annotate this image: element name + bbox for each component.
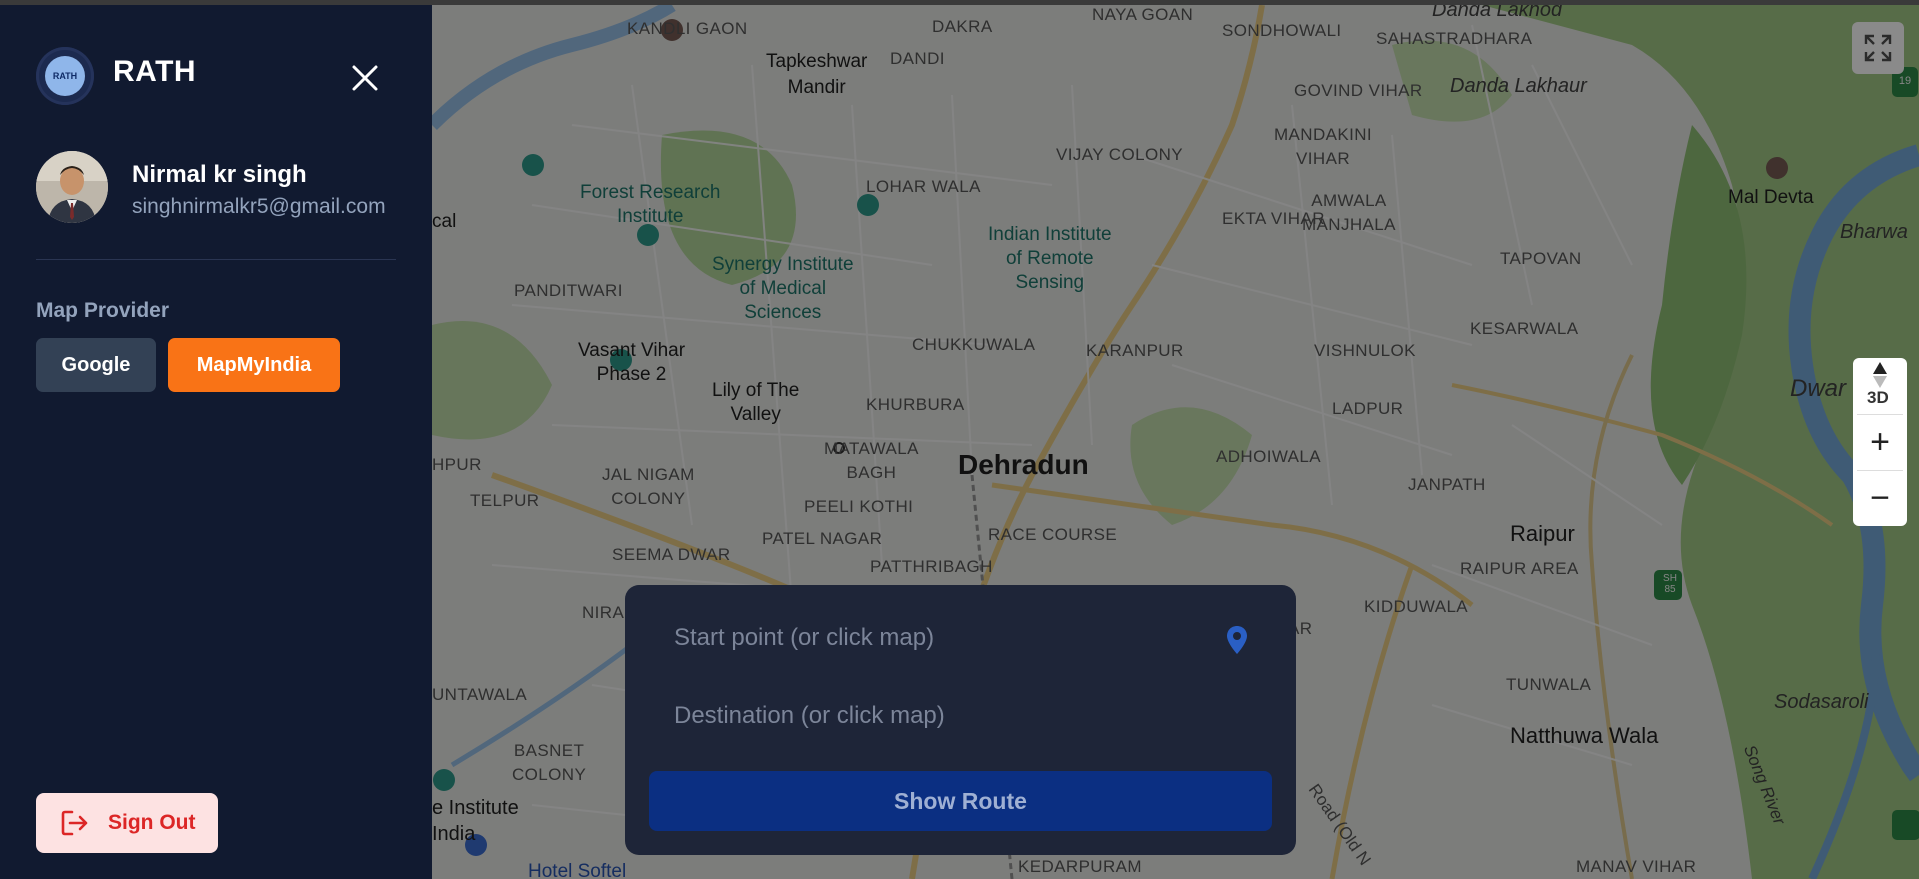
map-label-patthribagh: PATTHRIBAGH bbox=[870, 557, 993, 576]
map-label-dandi: DANDI bbox=[890, 49, 945, 68]
map-label-cal: cal bbox=[432, 211, 457, 232]
map-label-seema-dwar: SEEMA DWAR bbox=[612, 545, 731, 564]
logo-badge: RATH bbox=[45, 56, 85, 96]
sign-out-label: Sign Out bbox=[108, 811, 196, 834]
map-shield-sh85: SH 85 bbox=[1663, 573, 1677, 595]
map-label-kidduwala: KIDDUWALA bbox=[1364, 597, 1469, 616]
map-label-hotel-softel: Hotel Softel bbox=[528, 861, 627, 879]
zoom-in-button[interactable]: + bbox=[1853, 416, 1907, 468]
map-label-telpur: TELPUR bbox=[470, 491, 540, 510]
map-shield-nh19: 19 bbox=[1898, 75, 1912, 87]
close-sidebar-button[interactable] bbox=[348, 61, 382, 95]
mode-3d-label: 3D bbox=[1867, 388, 1889, 407]
map-label-synergy: Synergy Institute of Medical Sciences bbox=[712, 254, 854, 323]
map-label-lily: Lily of The Valley bbox=[712, 380, 800, 425]
map-label-ekta-vihar: EKTA VIHAR bbox=[1222, 209, 1325, 228]
map-label-kedarpuram: KEDARPURAM bbox=[1018, 857, 1142, 876]
map-label-peeli-kothi: PEELI KOTHI bbox=[804, 497, 914, 516]
map-label-patel-nagar: PATEL NAGAR bbox=[762, 529, 883, 548]
app-logo: RATH bbox=[36, 47, 94, 105]
map-label-chukkuwala: CHUKKUWALA bbox=[912, 335, 1036, 354]
provider-mapmyindia-button[interactable]: MapMyIndia bbox=[168, 338, 340, 392]
browser-top-strip bbox=[0, 0, 1919, 5]
sidebar-divider bbox=[36, 259, 396, 260]
close-icon bbox=[352, 65, 378, 91]
map-label-adhoiwala: ADHOIWALA bbox=[1216, 447, 1321, 466]
map-label-natthuwa: Natthuwa Wala bbox=[1510, 723, 1659, 748]
show-route-button[interactable]: Show Route bbox=[649, 771, 1272, 831]
zoom-divider-2 bbox=[1857, 470, 1903, 471]
map-label-govind-vihar: GOVIND VIHAR bbox=[1294, 81, 1423, 100]
map-label-matawala: MATAWALA BAGH bbox=[824, 439, 919, 482]
map-label-vijay-colony: VIJAY COLONY bbox=[1056, 145, 1183, 164]
map-label-sondhowali: SONDHOWALI bbox=[1222, 21, 1342, 40]
map-label-panditwari: PANDITWARI bbox=[514, 281, 623, 300]
map-label-manav-vihar: MANAV VIHAR bbox=[1576, 857, 1697, 876]
start-point-input[interactable] bbox=[672, 617, 1236, 659]
map-label-indian-institute: Indian Institute of Remote Sensing bbox=[988, 224, 1112, 293]
map-label-hpur: HPUR bbox=[432, 455, 482, 474]
map-label-sahastradhara: SAHASTRADHARA bbox=[1376, 29, 1533, 48]
map-label-dakra: DAKRA bbox=[932, 17, 993, 36]
zoom-divider bbox=[1857, 414, 1903, 415]
map-label-tapovan: TAPOVAN bbox=[1500, 249, 1582, 268]
map-label-vishnulok: VISHNULOK bbox=[1314, 341, 1416, 360]
map-label-raipur-area: RAIPUR AREA bbox=[1460, 559, 1579, 578]
zoom-out-button[interactable]: − bbox=[1853, 472, 1907, 524]
map-label-tunwala: TUNWALA bbox=[1506, 675, 1592, 694]
location-pin-icon[interactable] bbox=[1225, 625, 1249, 655]
map-label-raipur: Raipur bbox=[1510, 521, 1575, 546]
map-label-mal-devta: Mal Devta bbox=[1728, 187, 1814, 208]
map-label-naya-goan: NAYA GOAN bbox=[1092, 5, 1194, 24]
map-3d-toggle[interactable]: 3D bbox=[1853, 358, 1907, 414]
app-title: RATH bbox=[113, 55, 197, 88]
map-label-mandakini: MANDAKINI VIHAR bbox=[1274, 125, 1373, 168]
map-label-lohar-wala: LOHAR WALA bbox=[866, 177, 981, 196]
map-label-basnet: BASNET COLONY bbox=[512, 741, 587, 784]
map-label-khurbura: KHURBURA bbox=[866, 395, 965, 414]
map-zoom-controls: 3D + − bbox=[1853, 358, 1907, 526]
map-label-nira: NIRA bbox=[582, 603, 625, 622]
map-label-kesarwala: KESARWALA bbox=[1470, 319, 1579, 338]
sign-out-button[interactable]: Sign Out bbox=[36, 793, 218, 853]
map-label-dwara: Dwar bbox=[1790, 375, 1847, 402]
destination-input[interactable] bbox=[672, 695, 1236, 737]
map-label-forest-research: Forest Research Institute bbox=[580, 182, 721, 227]
map-label-dehradun: Dehradun bbox=[958, 449, 1089, 480]
map-label-vasant-vihar: Vasant Vihar Phase 2 bbox=[578, 340, 686, 385]
logout-icon bbox=[61, 810, 88, 836]
map-label-bharwa: Bharwa bbox=[1840, 221, 1908, 243]
user-name: Nirmal kr singh bbox=[132, 161, 307, 188]
map-label-danda-lakhod: Danda Lakhod bbox=[1432, 5, 1563, 21]
user-avatar bbox=[36, 151, 108, 223]
route-panel: Show Route bbox=[625, 585, 1296, 855]
map-label-sodasaroli: Sodasaroli bbox=[1774, 691, 1869, 713]
map-label-untawala: UNTAWALA bbox=[432, 685, 528, 704]
map-label-tapkeshwar: Tapkeshwar Mandir bbox=[766, 51, 868, 98]
fullscreen-button[interactable] bbox=[1852, 22, 1904, 74]
map-label-race-course: RACE COURSE bbox=[988, 525, 1118, 544]
map-label-janpath: JANPATH bbox=[1408, 475, 1486, 494]
map-label-kandli-gaon: KANDLI GAON bbox=[627, 19, 748, 38]
map-label-ladpur: LADPUR bbox=[1332, 399, 1404, 418]
sidebar: RATH RATH Nirmal kr singh singhnirmalkr5… bbox=[0, 5, 432, 879]
map-provider-label: Map Provider bbox=[36, 299, 170, 322]
map-label-karanpur: KARANPUR bbox=[1086, 341, 1184, 360]
map-label-e-institute: e Institute India bbox=[432, 797, 519, 845]
provider-google-button[interactable]: Google bbox=[36, 338, 156, 392]
user-email: singhnirmalkr5@gmail.com bbox=[132, 195, 386, 218]
map-label-danda-lakhaur: Danda Lakhaur bbox=[1450, 75, 1587, 97]
map-label-jal-nigam: JAL NIGAM COLONY bbox=[602, 465, 695, 508]
fullscreen-icon bbox=[1864, 34, 1892, 62]
